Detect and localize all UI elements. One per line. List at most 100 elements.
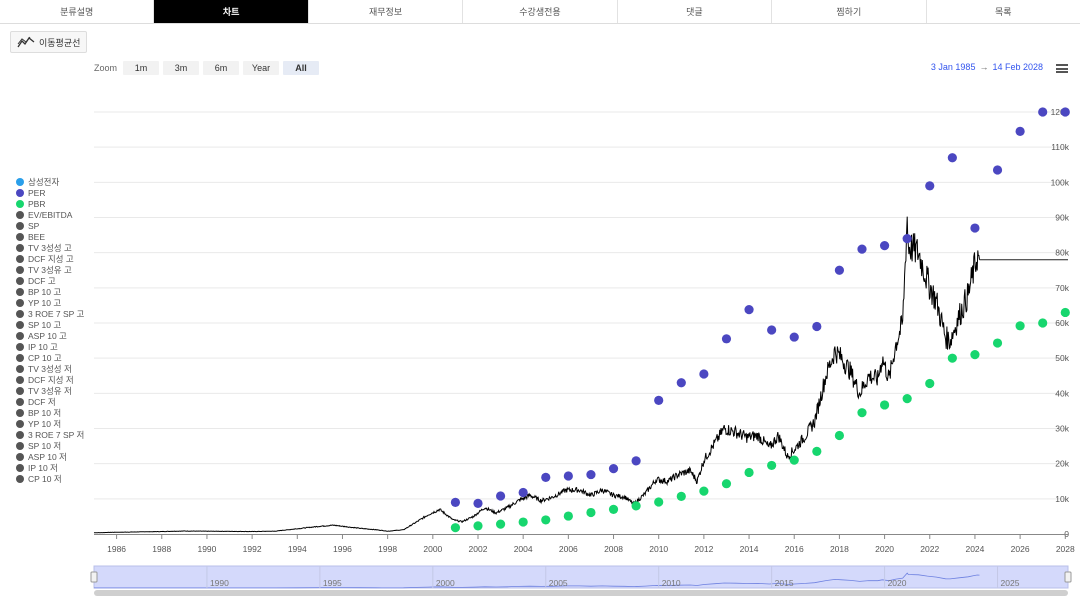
pbr-point <box>699 486 709 496</box>
y-tick-label: 100k <box>1051 177 1070 187</box>
pbr-point <box>879 400 890 410</box>
x-tick-label: 1986 <box>107 544 126 554</box>
pbr-point <box>654 497 664 507</box>
navigator-label: 1990 <box>210 578 229 588</box>
per-point <box>925 181 935 191</box>
navigator-label: 1995 <box>323 578 342 588</box>
pbr-point <box>450 523 461 533</box>
pbr-point <box>947 353 957 363</box>
x-tick-label: 2012 <box>694 544 713 554</box>
per-point <box>541 472 551 482</box>
pbr-point <box>518 517 528 527</box>
pbr-point <box>992 338 1003 348</box>
x-tick-label: 1988 <box>152 544 171 554</box>
per-point <box>518 487 528 498</box>
pbr-point <box>721 479 732 489</box>
x-tick-label: 2026 <box>1011 544 1030 554</box>
navigator-label: 2010 <box>662 578 681 588</box>
navigator-scrollbar[interactable] <box>94 590 1068 596</box>
per-point <box>654 395 664 405</box>
navigator-label: 2005 <box>549 578 568 588</box>
pbr-point <box>541 515 551 525</box>
per-point <box>992 165 1003 175</box>
x-tick-label: 1992 <box>243 544 262 554</box>
per-point <box>789 332 799 342</box>
y-tick-label: 60k <box>1055 318 1069 328</box>
x-tick-label: 1996 <box>333 544 352 554</box>
x-tick-label: 1990 <box>197 544 216 554</box>
x-tick-label: 2020 <box>875 544 894 554</box>
per-point <box>495 491 506 501</box>
y-tick-label: 50k <box>1055 353 1069 363</box>
per-point <box>812 321 822 332</box>
price-line <box>93 216 980 534</box>
per-point <box>970 223 980 233</box>
per-point <box>1015 126 1025 136</box>
x-tick-label: 2016 <box>785 544 804 554</box>
pbr-point <box>563 511 573 521</box>
per-point <box>767 325 777 335</box>
per-point <box>834 265 845 275</box>
price-chart: 010k20k30k40k50k60k70k80k90k100k110k120k… <box>90 107 1075 596</box>
navigator-window <box>93 565 1069 589</box>
per-point <box>1038 107 1048 117</box>
navigator-label: 2000 <box>436 578 455 588</box>
pbr-point <box>586 507 596 518</box>
x-tick-label: 2004 <box>514 544 533 554</box>
per-point <box>947 153 957 163</box>
x-tick-label: 2024 <box>965 544 984 554</box>
per-point <box>676 378 686 388</box>
navigator-left-handle[interactable] <box>90 571 98 583</box>
navigator-right-handle[interactable] <box>1064 571 1072 583</box>
x-tick-label: 2002 <box>469 544 488 554</box>
x-tick-label: 2022 <box>920 544 939 554</box>
per-point <box>473 498 483 509</box>
pbr-point <box>767 460 777 471</box>
y-tick-label: 10k <box>1055 494 1069 504</box>
pbr-point <box>744 467 754 478</box>
pbr-point <box>495 519 506 529</box>
per-point <box>879 241 890 251</box>
per-point <box>563 471 573 481</box>
navigator-label: 2025 <box>1001 578 1020 588</box>
x-tick-label: 1994 <box>288 544 307 554</box>
navigator-label: 2015 <box>775 578 794 588</box>
y-tick-label: 110k <box>1051 142 1070 152</box>
y-tick-label: 80k <box>1055 248 1069 258</box>
pbr-point <box>608 504 619 514</box>
per-point <box>721 334 732 344</box>
y-tick-label: 30k <box>1055 424 1069 434</box>
pbr-point <box>812 446 822 456</box>
y-tick-label: 90k <box>1055 213 1069 223</box>
per-point <box>699 369 709 379</box>
pbr-point <box>1038 318 1048 328</box>
pbr-point <box>1015 321 1025 331</box>
x-tick-label: 2014 <box>740 544 759 554</box>
y-tick-label: 70k <box>1055 283 1069 293</box>
pbr-point <box>473 521 483 531</box>
per-point <box>450 497 461 507</box>
x-tick-label: 2010 <box>649 544 668 554</box>
per-point <box>1060 107 1070 117</box>
x-tick-label: 2028 <box>1056 544 1075 554</box>
pbr-point <box>676 491 686 501</box>
pbr-point <box>902 394 912 404</box>
pbr-point <box>925 378 935 389</box>
y-tick-label: 20k <box>1055 459 1069 469</box>
x-tick-label: 2000 <box>423 544 442 554</box>
per-point <box>608 463 619 474</box>
navigator-label: 2020 <box>888 578 907 588</box>
per-point <box>857 244 867 254</box>
pbr-point <box>1060 307 1070 318</box>
pbr-point <box>970 350 980 360</box>
x-tick-label: 2018 <box>830 544 849 554</box>
per-point <box>902 234 912 244</box>
per-point <box>631 456 641 466</box>
pbr-point <box>789 455 799 465</box>
y-tick-label: 40k <box>1055 388 1069 398</box>
pbr-point <box>857 408 867 418</box>
pbr-point <box>834 430 845 441</box>
per-point <box>586 469 596 480</box>
x-tick-label: 1998 <box>378 544 397 554</box>
pbr-point <box>631 501 641 511</box>
